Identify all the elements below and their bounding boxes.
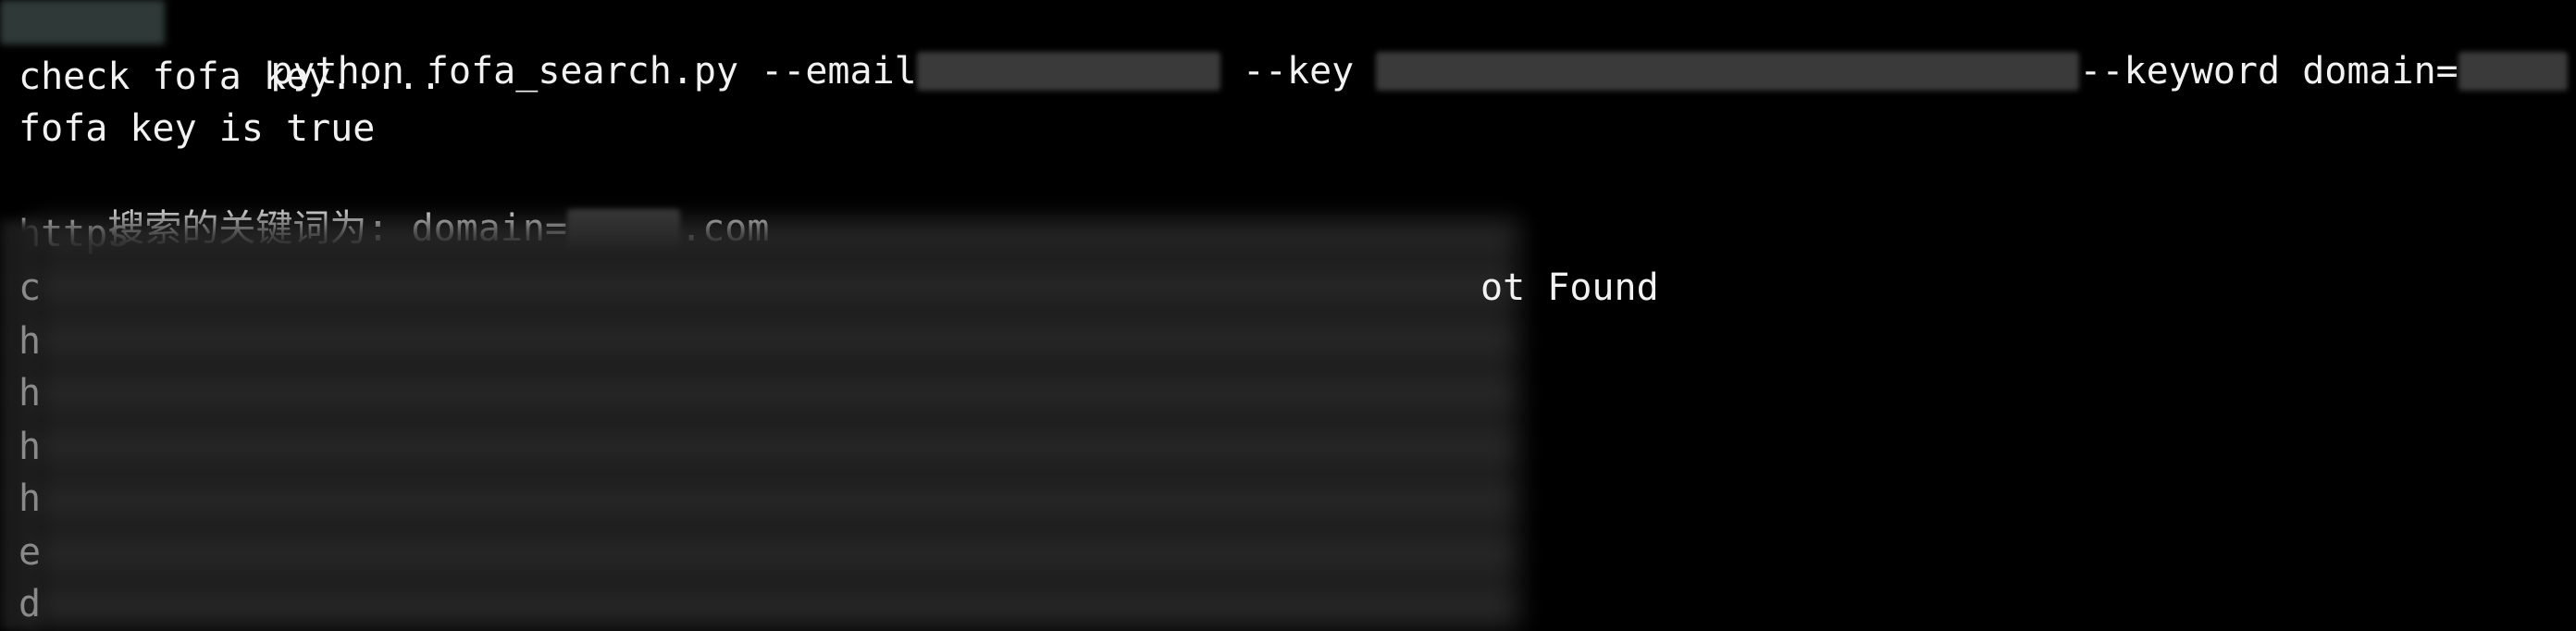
key-flag: --key	[1242, 50, 1355, 93]
output-line-key-true: fofa key is true	[19, 107, 376, 150]
output-line-not-found-tail: ot Found	[1480, 266, 1659, 309]
stub-char-3: h	[19, 372, 42, 414]
stub-char-6: e	[19, 531, 42, 574]
command-line: python fofa_search.py --email --key --ke…	[181, 2, 2576, 93]
stub-char-1: c	[19, 266, 42, 309]
stub-char-2: h	[19, 320, 42, 363]
terminal-window[interactable]: python fofa_search.py --email --key --ke…	[0, 0, 2576, 631]
stub-char-4: h	[19, 426, 42, 468]
keyword-flag: --keyword	[2079, 50, 2281, 93]
redacted-results-block	[31, 220, 1519, 631]
output-line-keyword: 搜索的关键词为: domain=.com	[19, 159, 769, 250]
redacted-prompt	[0, 0, 165, 44]
output-line-check: check fofa key.....	[19, 56, 442, 98]
keyword-value-prefix: domain=	[2302, 50, 2458, 93]
redacted-key	[1376, 52, 2080, 91]
redacted-domain	[2458, 52, 2568, 91]
stub-char-5: h	[19, 477, 42, 520]
stub-char-7: d	[19, 583, 42, 625]
keyword-value-suffix: .com	[2568, 48, 2576, 94]
email-flag: --email	[761, 50, 917, 93]
redacted-email	[916, 52, 1220, 91]
